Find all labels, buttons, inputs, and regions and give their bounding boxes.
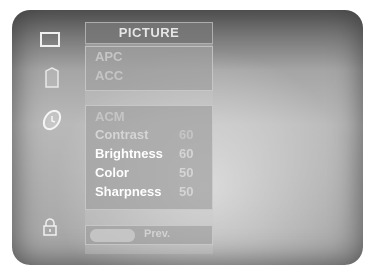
menu-item-label: Sharpness [95, 184, 162, 199]
prev-button[interactable] [90, 229, 135, 242]
color-value: 50 [179, 165, 194, 180]
menu-item-contrast[interactable]: Contrast 60 [95, 127, 193, 142]
screen-icon[interactable] [40, 32, 60, 47]
menu-item-apc[interactable]: APC [95, 49, 122, 64]
clock-icon[interactable] [41, 109, 63, 131]
menu-item-label: Color [95, 165, 129, 180]
lock-icon[interactable] [42, 218, 58, 236]
menu-item-acm[interactable]: ACM [95, 109, 125, 124]
menu-item-label: Brightness [95, 146, 163, 161]
menu-panel-top: APC ACC [85, 46, 213, 91]
menu-item-label: Contrast [95, 127, 149, 142]
menu-panel-nav: Prev. [85, 225, 213, 245]
brightness-value: 60 [179, 146, 194, 161]
menu-item-sharpness[interactable]: Sharpness 50 [95, 184, 193, 199]
contrast-value: 60 [179, 127, 194, 142]
menu-item-label: ACM [95, 109, 125, 124]
menu-title: PICTURE [118, 25, 180, 40]
menu-item-brightness[interactable]: Brightness 60 [95, 146, 193, 161]
prev-label: Prev. [144, 228, 171, 240]
tv-osd-screen: PICTURE APC ACC ACM Contrast 60 Brightne… [12, 10, 363, 265]
menu-title-bar: PICTURE [85, 22, 213, 44]
sharpness-value: 50 [179, 184, 194, 199]
menu-panel-adjustments: ACM Contrast 60 Brightness 60 Color 50 S… [85, 105, 213, 210]
menu-item-acc[interactable]: ACC [95, 68, 123, 83]
menu-item-color[interactable]: Color 50 [95, 165, 193, 180]
speaker-icon[interactable] [43, 67, 61, 89]
